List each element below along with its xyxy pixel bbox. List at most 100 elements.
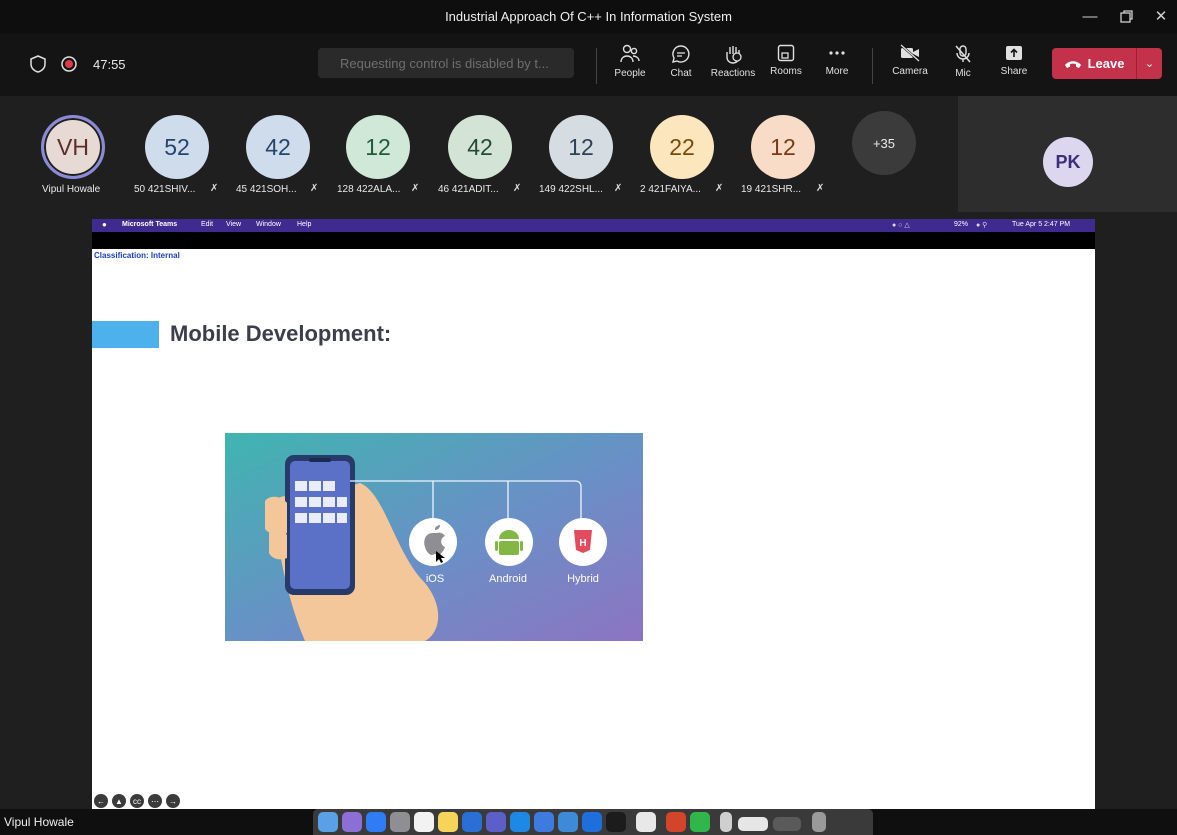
rooms-icon [777,44,795,62]
document-icon[interactable] [720,812,732,832]
people-icon [620,44,640,63]
share-label: Share [1000,66,1028,77]
close-icon[interactable]: ✕ [1145,5,1177,27]
powerpoint-icon[interactable] [666,812,686,832]
browser-icon[interactable] [582,812,602,832]
slide-controls: ← ▲ cc ⋯ → [94,794,180,808]
keyboard-icon[interactable] [773,817,801,831]
chat-button[interactable]: Chat [657,44,705,90]
classification-label: Classification: Internal [94,251,180,260]
window-title: Industrial Approach Of C++ In Informatio… [445,9,732,24]
pointer-icon[interactable]: ▲ [112,794,126,808]
participant-name: 128 422ALA... [337,184,401,195]
more-options-icon[interactable]: ⋯ [148,794,162,808]
avatar[interactable]: 42 [246,115,310,179]
participant-name: 2 421FAIYA... [640,184,701,195]
participant-strip: VH Vipul Howale 52 50 421SHIV... ✗ 42 45… [0,96,1177,212]
more-participants-button[interactable]: +35 [852,111,916,175]
mac-dock [313,809,873,835]
shield-icon[interactable] [30,55,46,73]
platform-label-ios: iOS [426,573,444,585]
participant-name: 149 422SHL... [539,184,603,195]
mic-muted-icon: ✗ [614,183,623,194]
avatar: PK [1043,137,1093,187]
launchpad-icon[interactable] [342,812,362,832]
avatar-initials: 22 [669,133,695,160]
captions-icon[interactable]: cc [130,794,144,808]
more-icon [829,51,845,55]
participant-name: 50 421SHIV... [134,184,196,195]
xcode-icon[interactable] [534,812,554,832]
reactions-label: Reactions [710,68,756,79]
leave-dropdown-chevron-icon[interactable]: ⌄ [1136,48,1162,79]
avatar[interactable]: 42 [448,115,512,179]
avatar-initials: PK [1055,151,1081,172]
mic-muted-icon: ✗ [715,183,724,194]
finder-icon[interactable] [318,812,338,832]
chat-label: Chat [670,68,692,79]
next-slide-icon[interactable]: → [166,794,180,808]
menubar-app: Microsoft Teams [122,221,178,228]
shared-screen: ● Microsoft Teams Edit View Window Help … [92,219,1095,809]
settings-icon[interactable] [390,812,410,832]
camera-button[interactable]: Camera [886,44,934,90]
request-control-button[interactable]: Requesting control is disabled by t... [318,48,574,78]
previous-slide-icon[interactable]: ← [94,794,108,808]
camera-off-icon [900,44,920,62]
mic-muted-icon: ✗ [816,183,825,194]
app-store-icon[interactable] [366,812,386,832]
outlook-icon[interactable] [462,812,482,832]
avatar[interactable]: 12 [346,115,410,179]
avatar[interactable]: 12 [751,115,815,179]
leave-main[interactable]: Leave [1052,48,1136,79]
menubar-clock: Tue Apr 5 2:47 PM [1012,221,1071,228]
teams-icon[interactable] [486,812,506,832]
terminal-icon[interactable] [606,812,626,832]
mic-label: Mic [955,68,971,79]
whatsapp-icon[interactable] [690,812,710,832]
leave-button[interactable]: Leave ⌄ [1052,48,1162,79]
divider [872,48,873,84]
divider [596,48,597,84]
minimize-icon[interactable]: — [1074,5,1106,27]
restore-icon[interactable] [1110,5,1142,27]
window-thumbnail-icon[interactable] [738,817,768,831]
avatar[interactable]: 22 [650,115,714,179]
more-participants-count: +35 [872,135,896,151]
notes-icon[interactable] [414,812,434,832]
status-icons: ● ○ △ [892,222,910,229]
stickies-icon[interactable] [438,812,458,832]
camera-label: Camera [892,66,928,77]
people-label: People [614,68,646,79]
share-button[interactable]: Share [990,44,1038,90]
battery-level: 92% [954,221,969,228]
participant-name: 19 421SHR... [741,184,802,195]
trash-icon[interactable] [812,812,826,832]
more-button[interactable]: More [813,44,861,90]
pinned-participant-tile[interactable]: PK [958,96,1177,212]
avatar-initials: 12 [568,133,594,160]
chrome-icon[interactable] [636,812,656,832]
apple-icon: ● [102,220,107,229]
rooms-button[interactable]: Rooms [762,44,810,90]
preview-icon[interactable] [558,812,578,832]
mic-muted-icon: ✗ [411,183,420,194]
svg-text:H: H [579,538,586,549]
rooms-label: Rooms [770,66,802,77]
avatar-initials: 42 [265,133,291,160]
more-label: More [825,66,849,77]
menubar-item: Help [297,221,312,228]
avatar-initials: 42 [467,133,493,160]
bottom-bar: Vipul Howale [0,809,1177,835]
reactions-button[interactable]: Reactions [709,44,757,90]
mic-muted-icon: ✗ [210,183,219,194]
mic-button[interactable]: Mic [939,44,987,90]
avatar[interactable]: 52 [145,115,209,179]
menubar-item: View [226,221,242,228]
people-button[interactable]: People [606,44,654,90]
avatar[interactable]: VH [41,115,105,179]
maps-icon[interactable] [510,812,530,832]
presenter-name: Vipul Howale [4,815,74,829]
avatar[interactable]: 12 [549,115,613,179]
avatar-initials: VH [57,133,89,160]
